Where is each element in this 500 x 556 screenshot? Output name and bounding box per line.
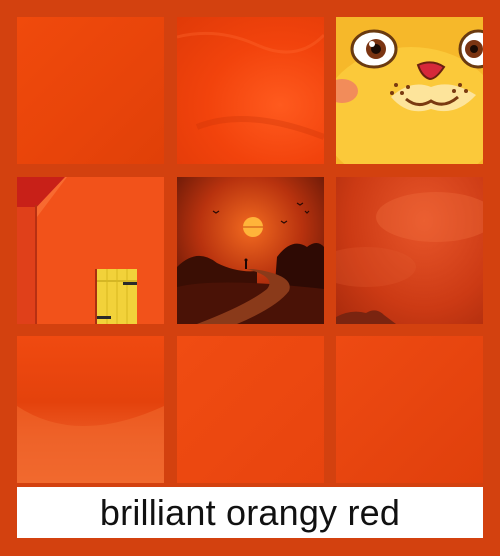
sunset-path-landscape bbox=[177, 177, 324, 324]
orange-curved-gradient bbox=[17, 336, 164, 483]
red-cloudy-sky bbox=[336, 177, 483, 324]
color-name-caption: brilliant orangy red bbox=[99, 491, 401, 533]
red-orange-sky-texture bbox=[177, 17, 324, 164]
caption-bar: brilliant orangy red bbox=[17, 487, 483, 538]
plain-red-orange-swatch bbox=[336, 336, 483, 483]
plain-orange-swatch bbox=[177, 336, 324, 483]
cartoon-cat-face bbox=[336, 17, 483, 164]
orange-wall-with-yellow-door bbox=[17, 177, 164, 324]
orange-gradient-texture bbox=[17, 17, 164, 164]
